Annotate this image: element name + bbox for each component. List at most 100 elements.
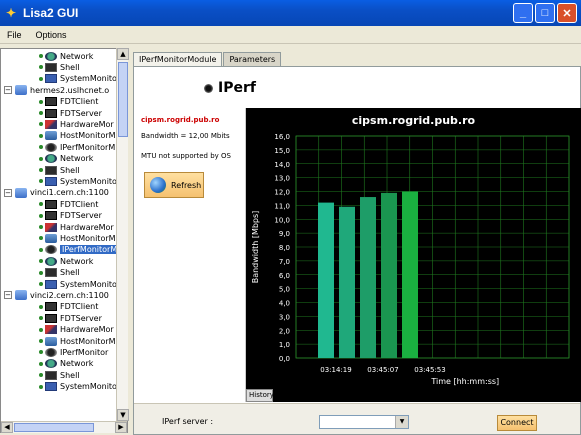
y-tick-label: 9,0 [279, 230, 290, 238]
network-icon [45, 256, 57, 266]
tree-horizontal-scrollbar[interactable]: ◀ ▶ [1, 421, 127, 433]
tree-node-label: HostMonitorM [60, 336, 116, 346]
iperf-monitor-icon [45, 347, 57, 357]
collapse-icon[interactable]: − [4, 291, 12, 300]
tree-module-node[interactable]: Shell [39, 267, 80, 279]
tree-module-node[interactable]: IPerfMonitorM [39, 141, 115, 153]
history-button[interactable]: History [246, 389, 274, 402]
tab-iperf-monitor-module[interactable]: IPerfMonitorModule [133, 52, 223, 66]
collapse-icon[interactable]: − [4, 86, 12, 95]
bar [339, 206, 355, 358]
module-tabs: IPerfMonitorModule Parameters [133, 52, 282, 66]
status-dot-icon [39, 373, 43, 378]
refresh-label: Refresh [171, 180, 202, 190]
status-dot-icon [39, 384, 43, 389]
scroll-thumb[interactable] [118, 62, 128, 137]
scroll-up-icon[interactable]: ▲ [117, 48, 129, 60]
shell-icon [45, 165, 57, 175]
scroll-left-icon[interactable]: ◀ [1, 422, 13, 433]
collapse-icon[interactable]: − [4, 188, 12, 197]
bar [318, 202, 334, 358]
tree-module-node[interactable]: HardwareMor [39, 324, 114, 336]
tree-node-label: HardwareMor [60, 222, 114, 232]
scroll-right-icon[interactable]: ▶ [115, 422, 127, 433]
status-dot-icon [39, 168, 43, 172]
fdt-server-icon [45, 211, 57, 221]
page-title: IPerf [204, 80, 256, 96]
tree-module-node[interactable]: SystemMonito [39, 381, 117, 393]
network-icon [45, 359, 57, 369]
tree-module-node[interactable]: FDTServer [39, 210, 102, 222]
tree-module-node[interactable]: Network [39, 153, 93, 165]
tree-module-node[interactable]: FDTServer [39, 107, 102, 119]
host-monitor-icon [45, 336, 57, 346]
fdt-client-icon [45, 302, 57, 312]
tree-farm-node[interactable]: − vinci2.cern.ch:1100 [4, 289, 109, 301]
tree-module-node[interactable]: FDTClient [39, 198, 98, 210]
tree-module-node[interactable]: HardwareMor [39, 221, 114, 233]
y-tick-label: 15,0 [274, 147, 290, 155]
close-button[interactable]: ✕ [557, 3, 577, 23]
status-dot-icon [39, 316, 43, 321]
tree-module-node[interactable]: FDTClient [39, 96, 98, 108]
y-tick-label: 6,0 [279, 272, 290, 280]
tree-module-node[interactable]: Shell [39, 369, 80, 381]
h-scroll-thumb[interactable] [14, 423, 94, 432]
tree-module-node[interactable]: SystemMonito [39, 73, 117, 85]
status-dot-icon [39, 282, 43, 286]
status-dot-icon [39, 54, 43, 58]
status-dot-icon [39, 213, 43, 218]
iperf-server-select[interactable]: ▼ [319, 415, 409, 429]
tree-module-node[interactable]: SystemMonito [39, 278, 117, 290]
menu-file[interactable]: File [0, 30, 29, 40]
refresh-button[interactable]: Refresh [144, 172, 204, 198]
menu-options[interactable]: Options [29, 30, 74, 40]
tree-module-node[interactable]: Shell [39, 61, 80, 73]
minimize-button[interactable]: _ [513, 3, 533, 23]
y-tick-label: 11,0 [274, 202, 290, 210]
y-tick-label: 14,0 [274, 161, 290, 169]
system-monitor-icon [45, 279, 57, 289]
y-tick-label: 1,0 [279, 341, 290, 349]
tree-module-node[interactable]: HardwareMor [39, 118, 114, 130]
tree-module-node[interactable]: FDTClient [39, 301, 98, 313]
status-dot-icon [39, 145, 43, 150]
system-monitor-icon [45, 176, 57, 186]
tree-module-node[interactable]: HostMonitorM [39, 130, 116, 142]
tree-node-label: vinci1.cern.ch:1100 [30, 188, 109, 198]
tree-module-node[interactable]: FDTServer [39, 312, 102, 324]
y-axis-label: Bandwidth [Mbps] [251, 211, 260, 284]
connect-button[interactable]: Connect [497, 415, 537, 431]
scroll-down-icon[interactable]: ▼ [117, 409, 129, 421]
title-bar: ✦ Lisa2 GUI _ □ ✕ [0, 0, 581, 26]
tree-node-label: FDTClient [60, 302, 99, 312]
tree-module-node[interactable]: Network [39, 50, 93, 62]
farm-tree[interactable]: Network Shell SystemMonito − hermes2.uslhcne… [0, 48, 128, 433]
tree-module-node[interactable]: SystemMonito [39, 175, 117, 187]
tree-module-node[interactable]: HostMonitorM [39, 232, 116, 244]
tree-module-node[interactable]: HostMonitorM [39, 335, 116, 347]
tree-node-label: IPerfMonitorM [60, 142, 116, 152]
chevron-down-icon[interactable]: ▼ [395, 416, 408, 428]
tree-node-label: hermes2.uslhcnet.o [30, 85, 110, 95]
tree-node-label: SystemMonito [60, 279, 117, 289]
maximize-button[interactable]: □ [535, 3, 555, 23]
tree-vertical-scrollbar[interactable]: ▲ ▼ [116, 48, 129, 421]
tree-farm-node[interactable]: − hermes2.uslhcnet.o [4, 84, 109, 96]
host-monitor-icon [45, 131, 57, 141]
tree-farm-node[interactable]: − vinci1.cern.ch:1100 [4, 187, 109, 199]
tree-module-node[interactable]: Shell [39, 164, 80, 176]
tree-module-node[interactable]: Network [39, 358, 93, 370]
tree-node-label: Network [60, 154, 94, 164]
fdt-server-icon [45, 108, 57, 118]
tab-parameters[interactable]: Parameters [223, 52, 282, 66]
tree-module-node[interactable]: Network [39, 255, 93, 267]
farm-icon [15, 290, 27, 301]
network-icon [45, 154, 57, 164]
tree-node-label: IPerfMonitor [60, 347, 109, 357]
shell-icon [45, 370, 57, 380]
y-tick-label: 4,0 [279, 300, 290, 308]
status-dot-icon [39, 65, 43, 70]
tree-module-node[interactable]: IPerfMonitorM [39, 244, 120, 256]
tree-module-node[interactable]: IPerfMonitor [39, 346, 108, 358]
